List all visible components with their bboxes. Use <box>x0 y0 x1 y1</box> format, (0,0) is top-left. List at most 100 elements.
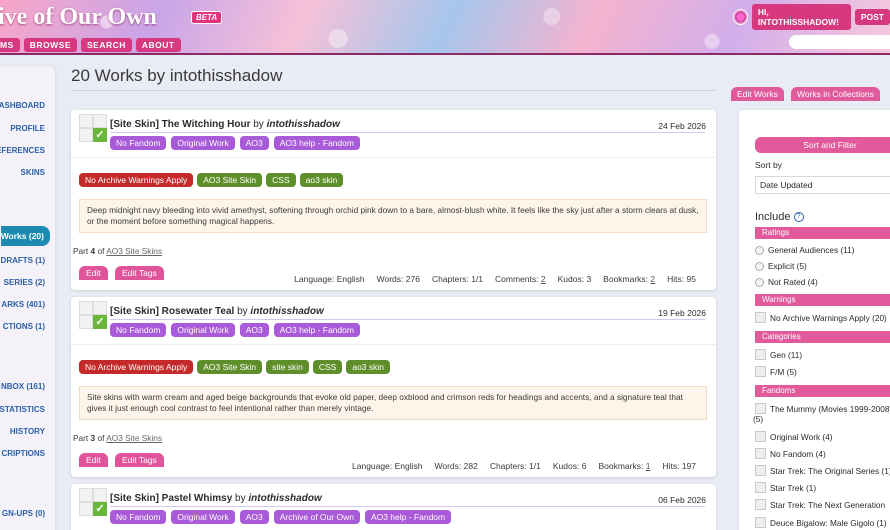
checkbox-icon[interactable] <box>755 403 766 414</box>
checkbox-icon[interactable] <box>755 431 766 442</box>
checkbox-icon[interactable] <box>755 482 766 493</box>
nav-search[interactable]: SEARCH <box>81 38 132 52</box>
sidebar-item-works[interactable]: Works (20) <box>0 226 50 246</box>
checkbox-icon[interactable] <box>755 499 766 510</box>
sort-filter-button[interactable]: Sort and Filter <box>755 137 890 153</box>
nav-fandoms[interactable]: MS <box>0 38 20 52</box>
work-blurb: ✓ [Site Skin] Rosewater Teal by intothis… <box>71 297 716 477</box>
radio-icon[interactable] <box>755 245 764 255</box>
work-author-link[interactable]: intothisshadow <box>267 119 340 130</box>
fandom-tag[interactable]: AO3 help - Fandom <box>273 323 360 337</box>
sidebar-item-inbox[interactable]: NBOX (161) <box>1 382 45 391</box>
fandom-tag[interactable]: Original Work <box>171 323 235 337</box>
sidebar-item-collections[interactable]: CTIONS (1) <box>3 322 45 331</box>
nav-browse[interactable]: BROWSE <box>23 38 77 52</box>
radio-icon[interactable] <box>755 277 764 287</box>
rating-option[interactable]: General Audiences (11) <box>755 245 855 255</box>
sidebar-item-skins[interactable]: SKINS <box>21 168 45 177</box>
works-in-collections-button[interactable]: Works in Collections <box>791 87 880 101</box>
fandom-tag[interactable]: Archive of Our Own <box>273 510 360 524</box>
checkbox-icon[interactable] <box>755 366 766 377</box>
fandom-tag[interactable]: AO3 <box>239 136 269 150</box>
series-link[interactable]: AO3 Site Skins <box>106 433 162 443</box>
work-byline: by <box>253 119 264 130</box>
work-author-link[interactable]: intothisshadow <box>250 306 323 317</box>
work-date: 24 Feb 2026 <box>658 121 706 131</box>
sidebar-item-drafts[interactable]: DRAFTS (1) <box>1 256 45 265</box>
fandom-tag[interactable]: AO3 help - Fandom <box>273 136 360 150</box>
site-logo[interactable]: ive of Our Own <box>0 4 157 31</box>
edit-tags-button[interactable]: Edit Tags <box>115 453 164 467</box>
work-title-link[interactable]: [Site Skin] The Witching Hour <box>110 119 250 130</box>
sidebar-item-dashboard[interactable]: ASHBOARD <box>0 101 45 110</box>
checkbox-icon[interactable] <box>755 312 766 323</box>
freeform-tag[interactable]: AO3 Site Skin <box>197 173 263 187</box>
checkbox-icon[interactable] <box>755 517 766 528</box>
help-icon[interactable]: ? <box>793 212 804 223</box>
post-menu[interactable]: POST <box>854 9 890 25</box>
work-title-link[interactable]: [Site Skin] Pastel Whimsy <box>110 493 232 504</box>
series-prefix: Part <box>73 246 89 256</box>
site-search-input[interactable] <box>789 35 890 49</box>
checkbox-icon[interactable] <box>755 465 766 476</box>
work-title-link[interactable]: [Site Skin] Rosewater Teal <box>110 306 234 317</box>
fandom-option[interactable]: Star Trek: The Original Series (1) <box>755 465 890 476</box>
rating-option[interactable]: Explicit (5) <box>755 261 807 271</box>
fandom-option[interactable]: Deuce Bigalow: Male Gigolo (1) <box>755 517 887 528</box>
sidebar-item-history[interactable]: HISTORY <box>10 427 45 436</box>
series-link[interactable]: AO3 Site Skins <box>106 246 162 256</box>
edit-button[interactable]: Edit <box>79 266 108 280</box>
sidebar-item-statistics[interactable]: STATISTICS <box>0 405 45 414</box>
category-option[interactable]: F/M (5) <box>755 366 797 377</box>
fandoms-section[interactable]: Fandoms <box>755 385 890 397</box>
warning-option[interactable]: No Archive Warnings Apply (20) <box>755 312 887 323</box>
edit-button[interactable]: Edit <box>79 453 108 467</box>
greeting-menu[interactable]: HI, INTOTHISSHADOW! <box>751 4 851 30</box>
fandom-option[interactable]: Star Trek (1) <box>755 482 816 493</box>
fandom-tag[interactable]: No Fandom <box>110 136 167 150</box>
freeform-tag[interactable]: site skin <box>266 360 309 374</box>
rating-option[interactable]: Not Rated (4) <box>755 277 818 287</box>
ratings-section[interactable]: Ratings <box>755 227 890 239</box>
sidebar-item-bookmarks[interactable]: ARKS (401) <box>1 300 45 309</box>
warning-tag[interactable]: No Archive Warnings Apply <box>79 173 194 187</box>
warning-tag[interactable]: No Archive Warnings Apply <box>79 360 194 374</box>
checkbox-icon[interactable] <box>755 349 766 360</box>
fandom-tag[interactable]: Original Work <box>171 136 235 150</box>
freeform-tag[interactable]: ao3 skin <box>299 173 344 187</box>
freeform-tag[interactable]: CSS <box>266 173 296 187</box>
radio-icon[interactable] <box>755 261 764 271</box>
category-option[interactable]: Gen (11) <box>755 349 802 360</box>
stat-words: Words: 276 <box>376 274 420 284</box>
sort-by-select[interactable]: Date Updated <box>755 176 890 194</box>
categories-section[interactable]: Categories <box>755 331 890 343</box>
freeform-tag[interactable]: CSS <box>312 360 343 374</box>
nav-about[interactable]: ABOUT <box>135 38 181 52</box>
edit-tags-button[interactable]: Edit Tags <box>115 266 164 280</box>
sidebar-item-series[interactable]: SERIES (2) <box>4 278 45 287</box>
fandom-option[interactable]: No Fandom (4) <box>755 448 826 459</box>
fandom-tag[interactable]: AO3 <box>239 510 269 524</box>
sidebar-item-preferences[interactable]: EFERENCES <box>0 146 45 155</box>
sidebar-item-profile[interactable]: PROFILE <box>10 124 45 133</box>
fandom-option[interactable]: Star Trek: The Next Generation <box>755 499 885 510</box>
user-avatar-icon[interactable] <box>733 9 748 25</box>
edit-works-button[interactable]: Edit Works <box>731 87 784 101</box>
warnings-section[interactable]: Warnings <box>755 294 890 306</box>
fandom-option[interactable]: Original Work (4) <box>755 431 833 442</box>
sidebar-item-sign-ups[interactable]: GN-UPS (0) <box>2 509 45 518</box>
checkbox-icon[interactable] <box>755 448 766 459</box>
fandom-tag[interactable]: Original Work <box>171 510 235 524</box>
work-author-link[interactable]: intothisshadow <box>248 493 321 504</box>
freeform-tag[interactable]: AO3 Site Skin <box>197 360 263 374</box>
series-part: 3 <box>90 433 96 443</box>
work-header: ✓ [Site Skin] Rosewater Teal by intothis… <box>71 297 716 345</box>
fandom-tag[interactable]: No Fandom <box>110 323 167 337</box>
fandom-option[interactable]: The Mummy (Movies 1999-2008) <box>755 403 890 414</box>
freeform-tag[interactable]: ao3 skin <box>346 360 391 374</box>
sidebar-item-subscriptions[interactable]: CRIPTIONS <box>1 449 45 458</box>
fandom-tag[interactable]: AO3 help - Fandom <box>364 510 452 524</box>
fandom-tag[interactable]: No Fandom <box>110 510 167 524</box>
fandom-tag[interactable]: AO3 <box>239 323 269 337</box>
rating-icon <box>79 301 93 315</box>
